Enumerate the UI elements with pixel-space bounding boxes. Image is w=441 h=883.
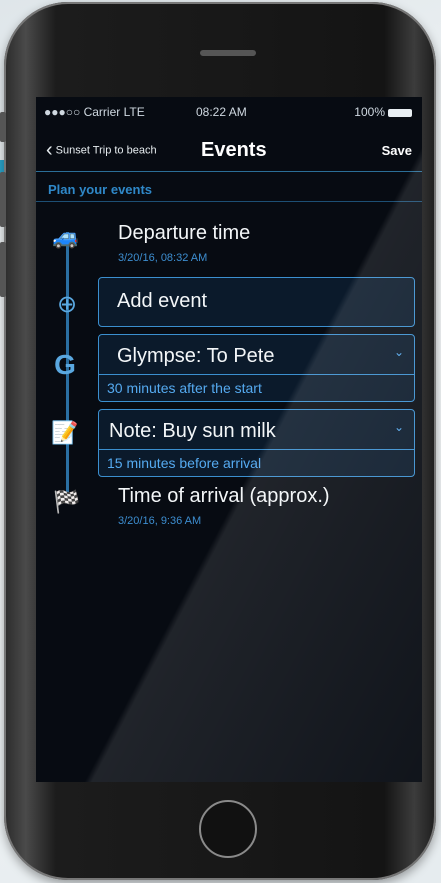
carrier-label: ●●●○○ Carrier LTE <box>44 105 145 119</box>
save-button[interactable]: Save <box>382 143 412 158</box>
section-divider <box>36 201 422 202</box>
note-title: Note: Buy sun milk <box>109 420 276 442</box>
phone-frame: ●●●○○ Carrier LTE 08:22 AM 100% ‹ Sunset … <box>0 2 436 880</box>
glympse-detail-row: 30 minutes after the start <box>99 374 414 401</box>
navigation-bar: ‹ Sunset Trip to beach Events Save <box>36 127 422 172</box>
glympse-title: Glympse: To Pete <box>117 345 275 367</box>
section-title: Plan your events <box>48 182 153 197</box>
chevron-left-icon: ‹ <box>46 139 53 161</box>
arrival-title: Time of arrival (approx.) <box>118 485 330 507</box>
glympse-detail: 30 minutes after the start <box>107 380 262 396</box>
battery-percent: 100% <box>354 105 385 119</box>
back-button[interactable]: ‹ Sunset Trip to beach <box>46 139 157 162</box>
add-event-button[interactable]: Add event <box>98 277 415 327</box>
car-icon: 🚙 <box>52 224 80 249</box>
chevron-down-icon[interactable]: ⌄ <box>394 420 404 434</box>
departure-time: 3/20/16, 08:32 AM <box>118 252 208 264</box>
home-button[interactable] <box>199 800 257 858</box>
battery-icon <box>388 108 412 117</box>
back-label: Sunset Trip to beach <box>55 144 157 157</box>
add-event-label: Add event <box>117 290 208 312</box>
status-time: 08:22 AM <box>196 105 247 119</box>
plus-icon[interactable]: ⊕ <box>52 290 82 319</box>
volume-up-button <box>0 172 6 227</box>
note-event-card[interactable]: Note: Buy sun milk ⌄ 15 minutes before a… <box>98 409 415 477</box>
page-title: Events <box>201 139 267 161</box>
glympse-event-card[interactable]: Glympse: To Pete ⌄ 30 minutes after the … <box>98 334 415 402</box>
screen: ●●●○○ Carrier LTE 08:22 AM 100% ‹ Sunset … <box>36 97 422 782</box>
chevron-down-icon[interactable]: ⌄ <box>394 345 404 359</box>
note-icon: 📝 <box>51 420 79 445</box>
volume-down-button <box>0 242 6 297</box>
arrival-time: 3/20/16, 9:36 AM <box>118 515 202 527</box>
status-bar: ●●●○○ Carrier LTE 08:22 AM 100% <box>36 103 422 121</box>
battery-indicator: 100% <box>354 105 412 119</box>
checkered-flag-icon: 🏁 <box>53 489 81 514</box>
note-detail-row: 15 minutes before arrival <box>99 449 414 476</box>
note-detail: 15 minutes before arrival <box>107 455 262 471</box>
earpiece-speaker <box>200 50 256 56</box>
mute-switch <box>0 112 6 142</box>
glympse-icon: G <box>54 349 76 380</box>
departure-title: Departure time <box>118 222 251 244</box>
